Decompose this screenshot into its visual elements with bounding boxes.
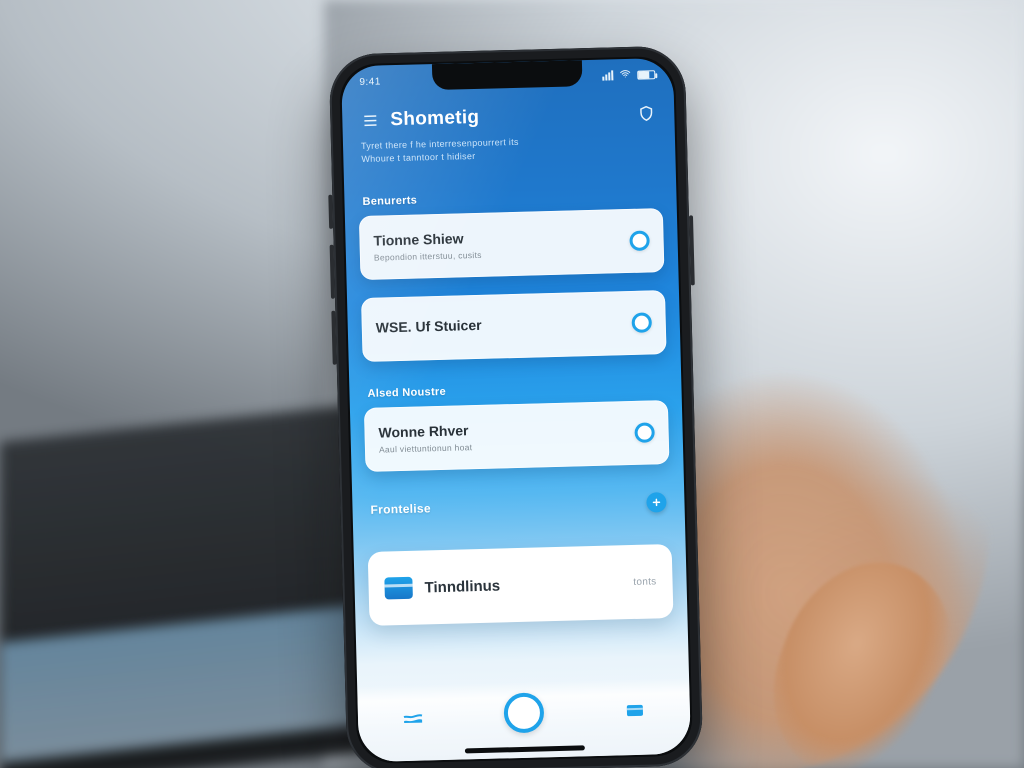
volume-down-button — [331, 311, 336, 365]
radio-icon[interactable] — [631, 312, 652, 333]
status-time: 9:41 — [359, 76, 381, 88]
section-row[interactable]: Frontelise — [366, 490, 671, 522]
tab-wallet[interactable] — [614, 689, 655, 730]
option-card-2[interactable]: WSE. Uf Stuicer — [361, 290, 667, 362]
mute-switch — [328, 195, 333, 229]
option-card-1[interactable]: Tionne Shiew Bepondion itterstuu, cusits — [359, 208, 665, 280]
tab-home[interactable] — [393, 695, 434, 736]
card-title: WSE. Uf Stuicer — [376, 317, 482, 336]
signal-icon — [602, 70, 613, 80]
phone-frame: 9:41 Shometig — [329, 45, 704, 768]
status-indicators — [602, 67, 655, 83]
shield-icon[interactable] — [636, 103, 657, 124]
section-label-b: Alsed Noustre — [367, 386, 446, 400]
display-notch — [432, 60, 583, 90]
circle-icon — [503, 692, 544, 733]
phone-screen: 9:41 Shometig — [341, 58, 691, 762]
section-row-title: Frontelise — [370, 501, 431, 517]
option-card-3[interactable]: Wonne Rhver Aaul viettuntionun hoat — [364, 400, 670, 472]
section-label-a: Benurerts — [362, 195, 417, 208]
app-header: Shometig Tyret there f he interresenpour… — [342, 92, 676, 181]
summary-meta: tonts — [633, 576, 656, 588]
card-icon — [384, 577, 413, 600]
volume-up-button — [330, 245, 335, 299]
summary-card[interactable]: Tinndlinus tonts — [368, 544, 674, 626]
add-icon[interactable] — [646, 492, 667, 513]
wifi-icon — [619, 67, 631, 82]
radio-icon[interactable] — [629, 230, 650, 251]
card-subtitle: Aaul viettuntionun hoat — [379, 442, 473, 454]
app-title: Shometig — [390, 107, 480, 131]
battery-icon — [637, 70, 655, 79]
tab-center[interactable] — [503, 692, 544, 733]
card-title: Tionne Shiew — [373, 230, 481, 249]
card-subtitle — [376, 337, 482, 340]
menu-icon[interactable] — [360, 110, 381, 131]
card-title: Wonne Rhver — [378, 422, 472, 440]
radio-icon[interactable] — [634, 422, 655, 443]
app-subtitle: Tyret there f he interresenpourrert its … — [361, 133, 634, 166]
card-subtitle: Bepondion itterstuu, cusits — [374, 250, 482, 263]
summary-title: Tinndlinus — [424, 577, 500, 596]
